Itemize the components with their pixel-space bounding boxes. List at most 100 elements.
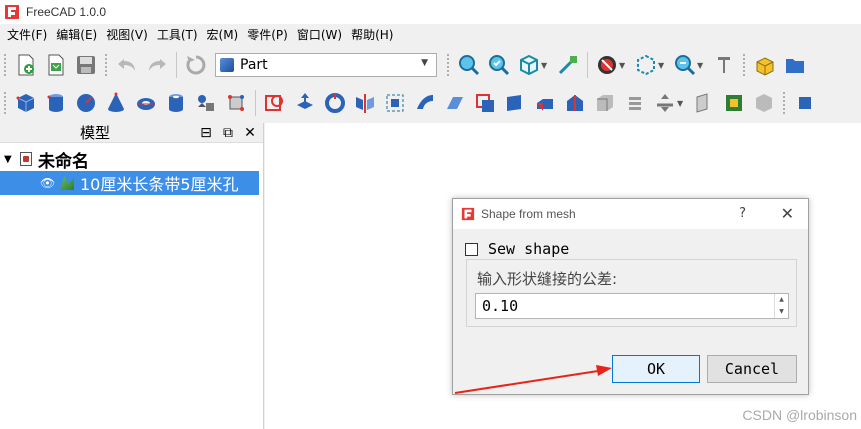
cone-icon[interactable] bbox=[102, 89, 130, 117]
dialog-title: Shape from mesh bbox=[481, 207, 576, 221]
menu-tools[interactable]: 工具(T) bbox=[154, 24, 204, 46]
make-face-icon[interactable] bbox=[441, 89, 469, 117]
open-file-icon[interactable] bbox=[42, 51, 70, 79]
spin-up-icon[interactable]: ▲ bbox=[775, 294, 788, 306]
chevron-down-icon[interactable]: ▼ bbox=[619, 61, 629, 70]
loft-icon[interactable] bbox=[501, 89, 529, 117]
sweep-icon[interactable] bbox=[531, 89, 559, 117]
ok-button[interactable]: OK bbox=[612, 355, 700, 383]
workbench-selector[interactable]: Part ▼ bbox=[215, 53, 437, 77]
tree-item-label: 10厘米长条带5厘米孔 bbox=[80, 175, 239, 194]
document-label: 未命名 bbox=[38, 151, 89, 172]
tolerance-spinbox[interactable]: 0.10 ▲ ▼ bbox=[475, 293, 789, 319]
mirror-icon[interactable] bbox=[351, 89, 379, 117]
chevron-down-icon: ▼ bbox=[421, 58, 428, 68]
new-file-icon[interactable] bbox=[12, 51, 40, 79]
ruled-surface-icon[interactable] bbox=[471, 89, 499, 117]
panel-title: 模型 bbox=[80, 124, 111, 142]
attachment-icon[interactable] bbox=[720, 89, 748, 117]
torus-icon[interactable] bbox=[132, 89, 160, 117]
sketch-icon[interactable] bbox=[261, 89, 289, 117]
dialog-close-button[interactable]: ✕ bbox=[781, 204, 794, 223]
toolbar-grip[interactable] bbox=[104, 53, 108, 77]
sphere-icon[interactable] bbox=[72, 89, 100, 117]
toolbar-separator bbox=[587, 52, 588, 78]
menu-bar: 文件(F) 编辑(E) 视图(V) 工具(T) 宏(M) 零件(P) 窗口(W)… bbox=[0, 24, 861, 46]
document-icon bbox=[20, 152, 32, 166]
zoom-icon[interactable] bbox=[671, 51, 699, 79]
eye-icon[interactable]: 👁 bbox=[40, 176, 56, 190]
sew-shape-checkbox[interactable] bbox=[465, 242, 478, 256]
tolerance-label: 输入形状缝接的公差: bbox=[477, 270, 618, 288]
cylinder-icon[interactable] bbox=[42, 89, 70, 117]
toolbar-separator bbox=[255, 90, 256, 116]
menu-edit[interactable]: 编辑(E) bbox=[53, 24, 103, 46]
offset-icon[interactable] bbox=[621, 89, 649, 117]
tree-item-part[interactable]: 👁 10厘米长条带5厘米孔 bbox=[0, 171, 259, 195]
tree-item-document[interactable]: ▼ 未命名 bbox=[0, 147, 259, 172]
menu-macro[interactable]: 宏(M) bbox=[204, 24, 245, 46]
workbench-label: Part bbox=[240, 57, 268, 73]
extrude-icon[interactable] bbox=[291, 89, 319, 117]
title-bar: FreeCAD 1.0.0 bbox=[0, 0, 861, 24]
section-icon[interactable] bbox=[561, 89, 589, 117]
main-toolbar: Part ▼ ▼ ▼ ▼ ▼ bbox=[0, 47, 861, 83]
model-tree-panel: 模型 ⊟ ⧉ ✕ ▼ 未命名 👁 10厘米长条带5厘米孔 bbox=[0, 123, 264, 429]
toolbar-grip[interactable] bbox=[446, 53, 450, 77]
chevron-down-icon[interactable]: ▼ bbox=[677, 99, 687, 108]
draw-style-icon[interactable] bbox=[593, 51, 621, 79]
projection-icon[interactable] bbox=[690, 89, 718, 117]
part-toolbar: ▼ bbox=[0, 84, 861, 122]
fillet-icon[interactable] bbox=[381, 89, 409, 117]
expand-arrow-icon[interactable]: ▼ bbox=[4, 154, 16, 165]
menu-file[interactable]: 文件(F) bbox=[4, 24, 53, 46]
refresh-icon[interactable] bbox=[182, 51, 210, 79]
redo-icon[interactable] bbox=[143, 51, 171, 79]
chamfer-icon[interactable] bbox=[411, 89, 439, 117]
tube-icon[interactable] bbox=[162, 89, 190, 117]
sew-shape-label: Sew shape bbox=[488, 240, 570, 258]
measure-icon[interactable] bbox=[554, 51, 582, 79]
menu-window[interactable]: 窗口(W) bbox=[294, 24, 348, 46]
float-icon[interactable]: ⧉ bbox=[221, 123, 235, 143]
fit-selection-icon[interactable] bbox=[485, 51, 513, 79]
part-workbench-icon bbox=[220, 58, 234, 72]
shape-builder-icon[interactable] bbox=[222, 89, 250, 117]
toolbar-grip[interactable] bbox=[3, 91, 7, 115]
menu-part[interactable]: 零件(P) bbox=[244, 24, 294, 46]
part-icon[interactable] bbox=[751, 51, 779, 79]
chevron-down-icon[interactable]: ▼ bbox=[658, 61, 668, 70]
toolbar-grip[interactable] bbox=[782, 91, 786, 115]
save-file-icon[interactable] bbox=[72, 51, 100, 79]
fit-all-icon[interactable] bbox=[455, 51, 483, 79]
freecad-logo-icon bbox=[461, 207, 475, 221]
menu-help[interactable]: 帮助(H) bbox=[348, 24, 399, 46]
toolbar-grip[interactable] bbox=[742, 53, 746, 77]
menu-view[interactable]: 视图(V) bbox=[103, 24, 154, 46]
chevron-down-icon[interactable]: ▼ bbox=[697, 61, 707, 70]
toolbar-separator bbox=[176, 52, 177, 78]
chevron-down-icon[interactable]: ▼ bbox=[541, 61, 551, 70]
cross-sections-icon[interactable] bbox=[591, 89, 619, 117]
close-icon[interactable]: ✕ bbox=[243, 123, 257, 143]
freecad-logo-icon bbox=[5, 5, 19, 19]
boolean-icon[interactable] bbox=[791, 89, 819, 117]
color-per-face-icon[interactable] bbox=[750, 89, 778, 117]
spin-down-icon[interactable]: ▼ bbox=[775, 306, 788, 318]
toolbar-grip[interactable] bbox=[3, 53, 7, 77]
bounding-box-icon[interactable] bbox=[632, 51, 660, 79]
measure-tool-icon[interactable] bbox=[710, 51, 738, 79]
help-button[interactable]: ? bbox=[739, 206, 746, 221]
cube-icon[interactable] bbox=[12, 89, 40, 117]
tolerance-value: 0.10 bbox=[482, 297, 519, 315]
undo-icon[interactable] bbox=[113, 51, 141, 79]
thickness-icon[interactable] bbox=[651, 89, 679, 117]
primitives-icon[interactable] bbox=[192, 89, 220, 117]
sew-shape-option[interactable]: Sew shape bbox=[465, 240, 569, 258]
revolve-icon[interactable] bbox=[321, 89, 349, 117]
window-title: FreeCAD 1.0.0 bbox=[26, 5, 107, 19]
cancel-button[interactable]: Cancel bbox=[707, 355, 797, 383]
std-views-icon[interactable] bbox=[515, 51, 543, 79]
group-icon[interactable] bbox=[781, 51, 809, 79]
restore-icon[interactable]: ⊟ bbox=[199, 123, 213, 143]
